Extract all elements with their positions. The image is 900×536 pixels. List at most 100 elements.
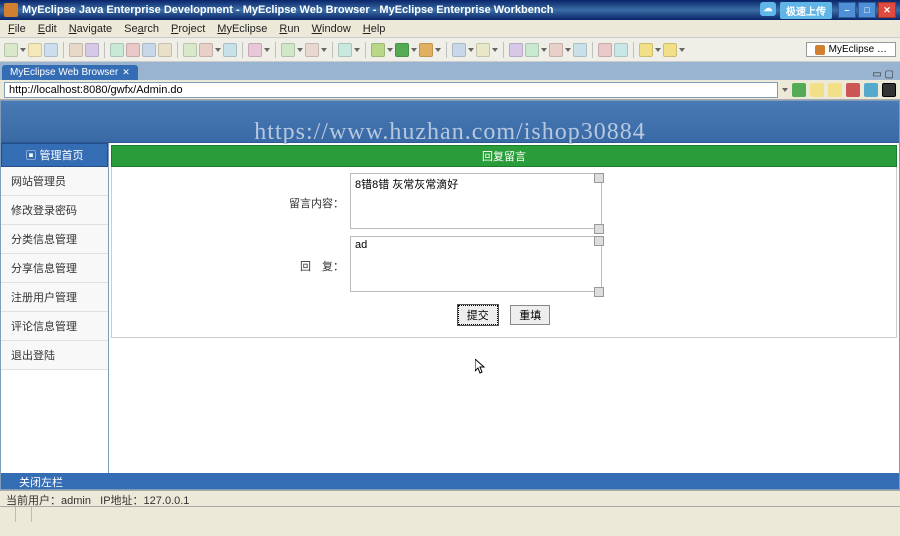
dropdown-icon[interactable] bbox=[655, 48, 661, 52]
tab-label: MyEclipse Web Browser bbox=[10, 67, 118, 78]
tool-icon[interactable] bbox=[573, 43, 587, 57]
tool-icon[interactable] bbox=[476, 43, 490, 57]
menu-navigate[interactable]: Navigate bbox=[63, 23, 118, 35]
forward-icon[interactable] bbox=[663, 43, 677, 57]
menu-search[interactable]: Search bbox=[118, 23, 165, 35]
dropdown-icon[interactable] bbox=[264, 48, 270, 52]
menu-file[interactable]: File bbox=[2, 23, 32, 35]
tool-icon[interactable] bbox=[549, 43, 563, 57]
tool-icon[interactable] bbox=[525, 43, 539, 57]
open-icon[interactable] bbox=[28, 43, 42, 57]
back-icon[interactable] bbox=[639, 43, 653, 57]
tool-icon[interactable] bbox=[142, 43, 156, 57]
menu-help[interactable]: Help bbox=[357, 23, 392, 35]
tool-icon[interactable] bbox=[305, 43, 319, 57]
resize-handle-icon[interactable] bbox=[594, 173, 604, 183]
menu-myeclipse[interactable]: MyEclipse bbox=[211, 23, 273, 35]
close-button[interactable]: ✕ bbox=[878, 2, 896, 18]
resize-handle-icon[interactable] bbox=[594, 224, 604, 234]
view-controls: ▭ ▢ bbox=[872, 69, 900, 80]
tool-icon[interactable] bbox=[281, 43, 295, 57]
upload-badge[interactable]: 极速上传 bbox=[780, 2, 832, 19]
sidebar-item-comment-mgmt[interactable]: 评论信息管理 bbox=[1, 312, 108, 341]
fullscreen-icon[interactable] bbox=[882, 83, 896, 97]
sidebar-item-change-password[interactable]: 修改登录密码 bbox=[1, 196, 108, 225]
tool-icon[interactable] bbox=[126, 43, 140, 57]
submit-button[interactable]: 提交 bbox=[458, 305, 498, 325]
url-bar bbox=[0, 80, 900, 100]
perspective-icon bbox=[815, 45, 825, 55]
maximize-button[interactable]: □ bbox=[858, 2, 876, 18]
tool-icon[interactable] bbox=[371, 43, 385, 57]
dropdown-icon[interactable] bbox=[387, 48, 393, 52]
main-panel: 回复留言 留言内容： 回 复： bbox=[109, 143, 899, 473]
tool-icon[interactable] bbox=[452, 43, 466, 57]
go-icon[interactable] bbox=[792, 83, 806, 97]
dropdown-icon[interactable] bbox=[354, 48, 360, 52]
tool-icon[interactable] bbox=[248, 43, 262, 57]
status-cell bbox=[16, 507, 32, 522]
browser-viewport: https://www.huzhan.com/ishop30884 ▣ 管理首页… bbox=[0, 100, 900, 490]
sidebar-item-user-mgmt[interactable]: 注册用户管理 bbox=[1, 283, 108, 312]
tool-icon[interactable] bbox=[614, 43, 628, 57]
sidebar-item-share-mgmt[interactable]: 分享信息管理 bbox=[1, 254, 108, 283]
new-icon[interactable] bbox=[4, 43, 18, 57]
tool-icon[interactable] bbox=[338, 43, 352, 57]
stop-icon[interactable] bbox=[846, 83, 860, 97]
debug-icon[interactable] bbox=[419, 43, 433, 57]
sidebar-item-site-admin[interactable]: 网站管理员 bbox=[1, 167, 108, 196]
resize-handle-icon[interactable] bbox=[594, 236, 604, 246]
dropdown-icon[interactable] bbox=[411, 48, 417, 52]
menu-run[interactable]: Run bbox=[273, 23, 305, 35]
reply-field[interactable] bbox=[350, 236, 602, 292]
tool-icon[interactable] bbox=[110, 43, 124, 57]
tool-icon[interactable] bbox=[85, 43, 99, 57]
url-dropdown-icon[interactable] bbox=[782, 88, 788, 92]
tab-close-icon[interactable]: ✕ bbox=[122, 67, 130, 78]
run-icon[interactable] bbox=[395, 43, 409, 57]
status-ip-label: IP地址： bbox=[100, 495, 143, 507]
dropdown-icon[interactable] bbox=[215, 48, 221, 52]
cloud-icon[interactable]: ☁ bbox=[760, 2, 776, 16]
menu-edit[interactable]: Edit bbox=[32, 23, 63, 35]
tool-icon[interactable] bbox=[223, 43, 237, 57]
tool-icon[interactable] bbox=[509, 43, 523, 57]
tool-icon[interactable] bbox=[158, 43, 172, 57]
dropdown-icon[interactable] bbox=[468, 48, 474, 52]
sidebar-item-category-mgmt[interactable]: 分类信息管理 bbox=[1, 225, 108, 254]
window-title: MyEclipse Java Enterprise Development - … bbox=[22, 4, 553, 16]
reset-button[interactable]: 重填 bbox=[510, 305, 550, 325]
resize-handle-icon[interactable] bbox=[594, 287, 604, 297]
collapse-sidebar-bar[interactable]: 关闭左栏 bbox=[1, 473, 899, 489]
dropdown-icon[interactable] bbox=[297, 48, 303, 52]
dropdown-icon[interactable] bbox=[492, 48, 498, 52]
refresh-icon[interactable] bbox=[864, 83, 878, 97]
save-icon[interactable] bbox=[44, 43, 58, 57]
nav-forward-icon[interactable] bbox=[828, 83, 842, 97]
tool-icon[interactable] bbox=[199, 43, 213, 57]
menu-window[interactable]: Window bbox=[306, 23, 357, 35]
menubar: File Edit Navigate Search Project MyEcli… bbox=[0, 20, 900, 38]
tool-icon[interactable] bbox=[69, 43, 83, 57]
maximize-view-icon[interactable]: ▢ bbox=[885, 69, 894, 80]
sidebar-item-logout[interactable]: 退出登陆 bbox=[1, 341, 108, 370]
menu-project[interactable]: Project bbox=[165, 23, 211, 35]
url-input[interactable] bbox=[4, 82, 778, 98]
minimize-button[interactable]: – bbox=[838, 2, 856, 18]
perspective-label: MyEclipse … bbox=[829, 44, 887, 55]
dropdown-icon[interactable] bbox=[541, 48, 547, 52]
dropdown-icon[interactable] bbox=[565, 48, 571, 52]
minimize-view-icon[interactable]: ▭ bbox=[872, 69, 881, 80]
admin-sidebar: ▣ 管理首页 网站管理员 修改登录密码 分类信息管理 分享信息管理 注册用户管理… bbox=[1, 143, 109, 473]
page-banner bbox=[1, 101, 899, 143]
tab-browser[interactable]: MyEclipse Web Browser ✕ bbox=[2, 65, 138, 80]
dropdown-icon[interactable] bbox=[20, 48, 26, 52]
nav-back-icon[interactable] bbox=[810, 83, 824, 97]
sidebar-header[interactable]: ▣ 管理首页 bbox=[1, 143, 108, 167]
perspective-tab[interactable]: MyEclipse … bbox=[806, 42, 896, 57]
tool-icon[interactable] bbox=[598, 43, 612, 57]
dropdown-icon[interactable] bbox=[679, 48, 685, 52]
dropdown-icon[interactable] bbox=[435, 48, 441, 52]
dropdown-icon[interactable] bbox=[321, 48, 327, 52]
tool-icon[interactable] bbox=[183, 43, 197, 57]
